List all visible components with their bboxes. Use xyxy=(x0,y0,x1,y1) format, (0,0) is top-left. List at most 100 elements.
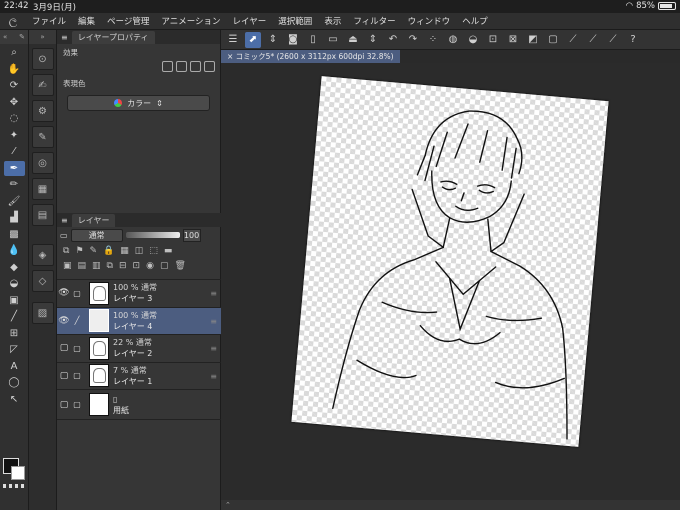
layer-row-paper[interactable]: ▢ ▢ ▯ 用紙 xyxy=(57,390,221,420)
layer-row-2[interactable]: ▢ ▢ 22 % 通常 レイヤー 2 ≡ xyxy=(57,335,221,363)
layer-panel-icon[interactable]: ◈ xyxy=(31,244,54,266)
edit-lock-icon[interactable]: ▢ xyxy=(71,289,83,298)
move-icon[interactable]: ✥ xyxy=(4,95,25,111)
layer-tab[interactable]: レイヤー xyxy=(71,213,116,227)
layer-color-toggle-icon[interactable]: ▬ xyxy=(164,246,173,256)
magic-wand-icon[interactable]: ✦ xyxy=(4,128,25,144)
merge-down-icon[interactable]: ⊟ xyxy=(119,261,127,271)
draft-icon[interactable]: ✎ xyxy=(90,246,98,256)
menu-icon[interactable]: ☰ xyxy=(225,32,241,48)
deselect-icon[interactable]: ⁘ xyxy=(425,32,441,48)
clip-icon[interactable]: ⧉ xyxy=(63,246,69,256)
undo-icon[interactable]: ↶ xyxy=(385,32,401,48)
clear-outside-icon[interactable]: ◩ xyxy=(525,32,541,48)
new-raster-layer-icon[interactable]: ▣ xyxy=(63,261,72,271)
frame-icon[interactable]: ⊞ xyxy=(4,326,25,342)
blend-icon[interactable]: 💧 xyxy=(4,243,25,259)
edit-lock-icon[interactable]: ▢ xyxy=(71,344,83,353)
pencil-icon[interactable]: ✏ xyxy=(4,177,25,193)
eye-hidden-icon[interactable]: ▢ xyxy=(57,371,71,381)
new-folder-icon[interactable]: ▥ xyxy=(92,261,101,271)
clear-layer-icon[interactable]: ▢ xyxy=(160,261,169,271)
text-icon[interactable]: A xyxy=(4,359,25,375)
invert-icon[interactable]: ◍ xyxy=(445,32,461,48)
sub-item-icon[interactable]: ▦ xyxy=(31,178,54,200)
layer-stack-icon[interactable]: ◇ xyxy=(31,270,54,292)
close-icon[interactable]: × xyxy=(227,52,236,61)
menu-page[interactable]: ページ管理 xyxy=(101,15,155,27)
menu-window[interactable]: ウィンドウ xyxy=(402,15,457,27)
edit-lock-icon[interactable]: ▢ xyxy=(71,371,83,380)
fill-icon[interactable]: ◒ xyxy=(4,276,25,292)
rotate-icon[interactable]: ⟳ xyxy=(4,78,25,94)
opacity-value[interactable]: 100 xyxy=(182,228,201,242)
menu-view[interactable]: 表示 xyxy=(318,15,347,27)
drag-handle-icon[interactable]: ≡ xyxy=(210,289,217,298)
sub-color-swatch[interactable] xyxy=(11,466,25,480)
opacity-slider[interactable] xyxy=(125,232,180,238)
drag-handle-icon[interactable]: ≡ xyxy=(210,344,217,353)
figure-icon[interactable]: ╱ xyxy=(4,309,25,325)
copy-layer-icon[interactable]: ⧉ xyxy=(107,261,113,271)
correct-line-icon[interactable]: ↖ xyxy=(4,392,25,408)
blend-mode-select[interactable]: 通常 xyxy=(70,228,123,242)
canvas-tab[interactable]: × コミック5* (2600 x 3112px 600dpi 32.8%) xyxy=(221,50,400,63)
layer-search-icon[interactable]: ▨ xyxy=(31,302,54,324)
sub-brush-icon[interactable]: ✎ xyxy=(31,126,54,148)
sub-pen-icon[interactable]: ✍ xyxy=(31,74,54,96)
airbrush-icon[interactable]: ▟ xyxy=(4,210,25,226)
eye-icon[interactable]: 👁 xyxy=(57,316,71,326)
lock-icon[interactable]: 🔒 xyxy=(103,246,114,256)
expand-icon[interactable]: » xyxy=(40,33,44,41)
save-icon[interactable]: ⏏ xyxy=(345,32,361,48)
border-effect-icon[interactable] xyxy=(162,61,173,72)
gradient-icon[interactable]: ▣ xyxy=(4,293,25,309)
ruler-show-icon[interactable]: ⬚ xyxy=(149,246,158,256)
menu-animation[interactable]: アニメーション xyxy=(155,15,226,27)
perspective-icon[interactable]: ⟋ xyxy=(605,32,621,48)
layer-toggle-icon[interactable]: ⇕ xyxy=(265,32,281,48)
transparent-color-icon[interactable] xyxy=(3,484,25,488)
snap-icon[interactable]: ⟋ xyxy=(565,32,581,48)
lasso-icon[interactable]: ◌ xyxy=(4,111,25,127)
eyedropper-icon[interactable]: ⁄ xyxy=(4,144,25,160)
eye-icon[interactable]: 👁 xyxy=(57,288,71,298)
menu-layer[interactable]: レイヤー xyxy=(227,15,273,27)
brush-icon[interactable]: 🖌 xyxy=(4,194,25,210)
transform-icon[interactable]: ⬈ xyxy=(245,31,261,48)
pen-edit-icon[interactable]: ╱ xyxy=(71,316,83,325)
menu-selection[interactable]: 選択範囲 xyxy=(272,15,318,27)
lock-alpha-icon[interactable]: ▦ xyxy=(120,246,129,256)
panel-menu-icon[interactable]: ≡ xyxy=(61,33,68,42)
mask-apply-icon[interactable]: ◉ xyxy=(146,261,154,271)
collapse-icon[interactable]: « xyxy=(3,33,7,41)
layer-property-tab[interactable]: レイヤープロパティ xyxy=(71,30,155,44)
fill-cmd-icon[interactable]: ◒ xyxy=(465,32,481,48)
sub-tool-detail-icon[interactable]: ⚙ xyxy=(31,100,54,122)
navigator-icon[interactable]: ⊙ xyxy=(31,48,54,70)
clear-icon[interactable]: ⊠ xyxy=(505,32,521,48)
ruler-snap-icon[interactable]: ⟋ xyxy=(585,32,601,48)
layer-row-1[interactable]: ▢ ▢ 7 % 通常 レイヤー 1 ≡ xyxy=(57,363,221,390)
extract-line-icon[interactable] xyxy=(176,61,187,72)
tone-icon[interactable] xyxy=(190,61,201,72)
menu-edit[interactable]: 編集 xyxy=(72,15,101,27)
layer-icon[interactable]: ◙ xyxy=(285,32,301,48)
drag-handle-icon[interactable]: ≡ xyxy=(210,317,217,326)
canvas-area[interactable] xyxy=(221,63,680,500)
zoom-icon[interactable]: ⌕ xyxy=(4,45,25,61)
ruler-icon[interactable]: ◸ xyxy=(4,342,25,358)
edit-lock-icon[interactable]: ▢ xyxy=(71,400,83,409)
layer-row-4[interactable]: 👁 ╱ 100 % 通常 レイヤー 4 ≡ xyxy=(57,307,221,335)
menu-filter[interactable]: フィルター xyxy=(347,15,401,27)
layer-color-icon[interactable] xyxy=(204,61,215,72)
color-swatches[interactable] xyxy=(3,458,27,488)
decoration-icon[interactable]: ▩ xyxy=(4,227,25,243)
artwork-canvas[interactable] xyxy=(291,76,609,447)
expand-selection-icon[interactable]: ▢ xyxy=(545,32,561,48)
hand-icon[interactable]: ✋ xyxy=(4,62,25,78)
open-icon[interactable]: ▭ xyxy=(325,32,341,48)
eraser-icon[interactable]: ◆ xyxy=(4,260,25,276)
ref-layer-icon[interactable]: ⚑ xyxy=(75,246,83,256)
new-icon[interactable]: ▯ xyxy=(305,32,321,48)
